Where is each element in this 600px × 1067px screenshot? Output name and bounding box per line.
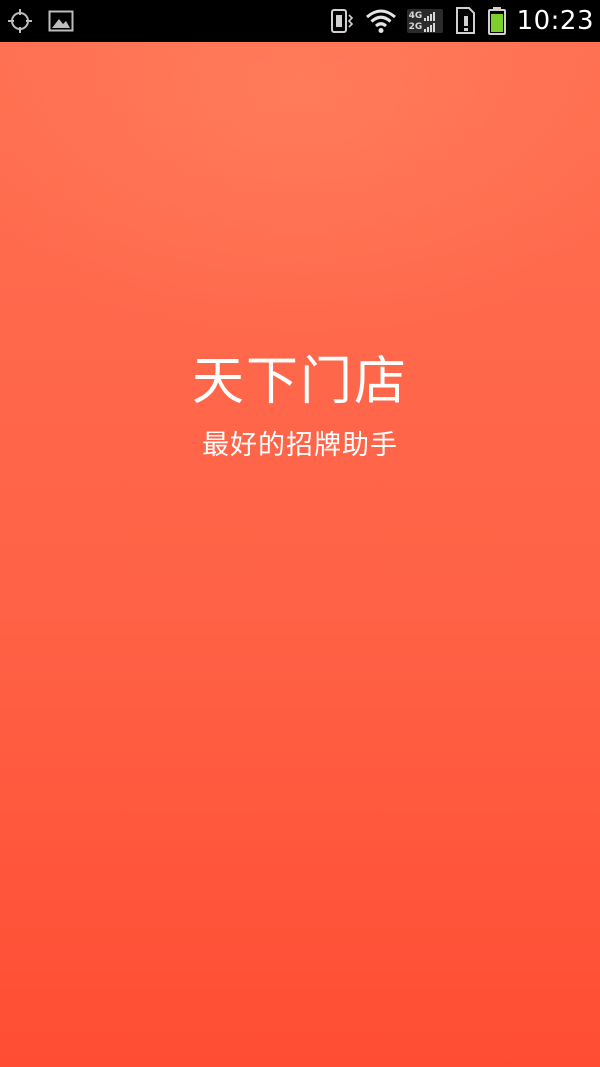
signal-icon: 4G 2G xyxy=(406,9,443,33)
status-bar-left xyxy=(6,6,74,36)
wifi-icon xyxy=(365,8,397,34)
app-slogan: 最好的招牌助手 xyxy=(202,430,398,461)
image-icon xyxy=(48,10,74,32)
status-time: 10:23 xyxy=(516,6,594,36)
gps-icon xyxy=(6,7,34,35)
splash-screen: 天下门店 最好的招牌助手 xyxy=(0,42,600,1067)
battery-icon xyxy=(487,6,507,36)
status-bar-right: 4G 2G 10:23 xyxy=(329,4,594,38)
network-type-primary: 4G xyxy=(408,11,423,21)
app-screen: 4G 2G 10:23 天下门店 最好的招牌助手 xyxy=(0,0,600,1067)
app-title: 天下门店 xyxy=(191,352,408,412)
status-bar: 4G 2G 10:23 xyxy=(0,0,600,42)
sim-alert-icon xyxy=(453,6,477,36)
vibrate-icon xyxy=(329,7,355,35)
network-type-secondary: 2G xyxy=(408,22,423,32)
